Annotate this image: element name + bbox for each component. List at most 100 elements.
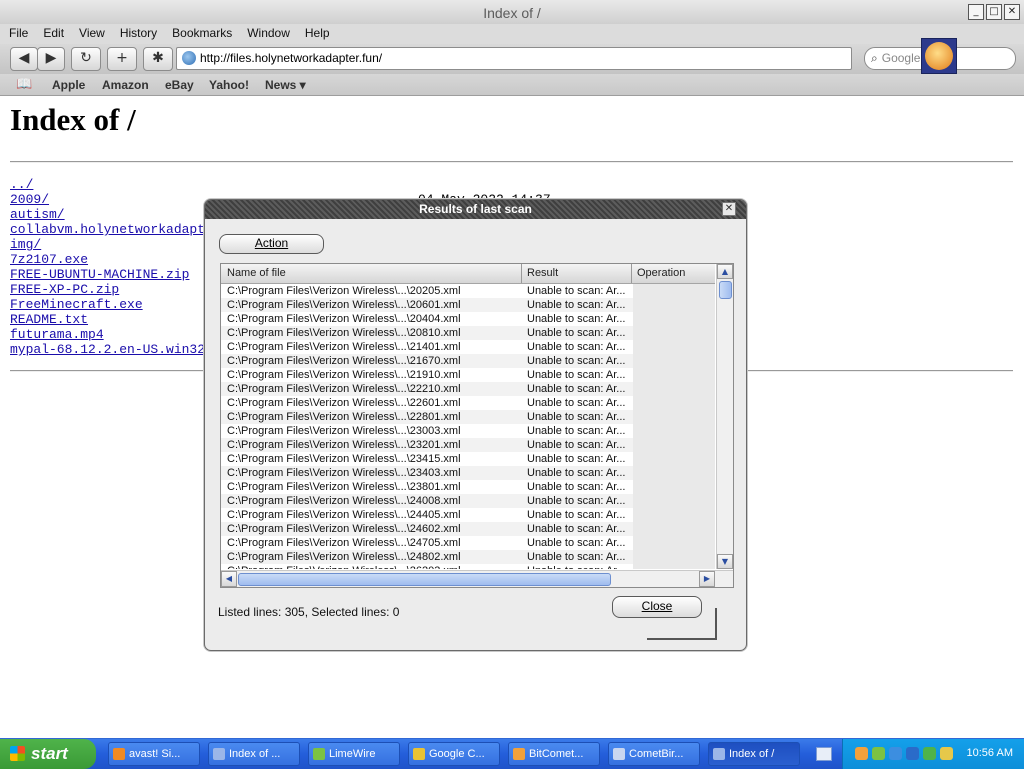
start-button[interactable]: start (0, 739, 96, 769)
add-bookmark-button[interactable]: + (107, 47, 137, 71)
table-row[interactable]: C:\Program Files\Verizon Wireless\...\21… (221, 368, 715, 382)
table-row[interactable]: C:\Program Files\Verizon Wireless\...\21… (221, 354, 715, 368)
keyboard-icon[interactable] (816, 747, 832, 761)
bookmark-amazon[interactable]: Amazon (102, 78, 149, 92)
menu-window[interactable]: Window (238, 24, 296, 40)
bug-report-button[interactable]: ✱ (143, 47, 173, 71)
cell-result: Unable to scan: Ar... (527, 383, 626, 395)
column-header-name[interactable]: Name of file (227, 267, 286, 279)
search-icon: ⌕ (871, 51, 878, 65)
table-row[interactable]: C:\Program Files\Verizon Wireless\...\20… (221, 284, 715, 298)
close-window-button[interactable]: ✕ (1004, 4, 1020, 20)
tray-icon[interactable] (906, 747, 919, 760)
taskbar-button[interactable]: Index of / (708, 742, 800, 766)
tray-icon[interactable] (940, 747, 953, 760)
cell-file-name: C:\Program Files\Verizon Wireless\...\24… (227, 523, 461, 535)
tray-icon[interactable] (855, 747, 868, 760)
table-row[interactable]: C:\Program Files\Verizon Wireless\...\21… (221, 340, 715, 354)
taskbar-button-label: BitComet... (529, 748, 584, 760)
cell-operation (633, 410, 715, 424)
cell-file-name: C:\Program Files\Verizon Wireless\...\24… (227, 509, 461, 521)
cell-result: Unable to scan: Ar... (527, 439, 626, 451)
menu-bar: File Edit View History Bookmarks Window Help (0, 24, 1024, 44)
table-row[interactable]: C:\Program Files\Verizon Wireless\...\26… (221, 564, 715, 569)
taskbar-button[interactable]: Google C... (408, 742, 500, 766)
menu-bookmarks[interactable]: Bookmarks (163, 24, 238, 40)
table-row[interactable]: C:\Program Files\Verizon Wireless\...\20… (221, 298, 715, 312)
vertical-scrollbar[interactable]: ▲ ▼ (716, 264, 733, 569)
horizontal-scroll-thumb[interactable] (238, 573, 611, 586)
bookmark-apple[interactable]: Apple (52, 78, 85, 92)
table-row[interactable]: C:\Program Files\Verizon Wireless\...\22… (221, 382, 715, 396)
tray-icon[interactable] (923, 747, 936, 760)
column-header-operation[interactable]: Operation (637, 267, 685, 279)
table-row[interactable]: C:\Program Files\Verizon Wireless\...\22… (221, 410, 715, 424)
scroll-down-arrow-icon[interactable]: ▼ (717, 554, 733, 569)
cell-result: Unable to scan: Ar... (527, 355, 626, 367)
browser-icon (213, 748, 225, 760)
cell-file-name: C:\Program Files\Verizon Wireless\...\26… (227, 564, 523, 569)
tray-icon[interactable] (889, 747, 902, 760)
table-row[interactable]: C:\Program Files\Verizon Wireless\...\23… (221, 480, 715, 494)
menu-help[interactable]: Help (296, 24, 336, 40)
scroll-right-arrow-icon[interactable]: ▶ (699, 571, 715, 587)
table-row[interactable]: C:\Program Files\Verizon Wireless\...\24… (221, 508, 715, 522)
cell-operation (633, 354, 715, 368)
table-row[interactable]: C:\Program Files\Verizon Wireless\...\23… (221, 452, 715, 466)
taskbar-button[interactable]: Index of ... (208, 742, 300, 766)
table-row[interactable]: C:\Program Files\Verizon Wireless\...\20… (221, 326, 715, 340)
taskbar-button[interactable]: LimeWire (308, 742, 400, 766)
table-row[interactable]: C:\Program Files\Verizon Wireless\...\23… (221, 424, 715, 438)
cell-operation (633, 550, 715, 564)
scroll-up-arrow-icon[interactable]: ▲ (717, 264, 733, 279)
table-row[interactable]: C:\Program Files\Verizon Wireless\...\24… (221, 536, 715, 550)
avast-icon (113, 748, 125, 760)
menu-view[interactable]: View (70, 24, 111, 40)
taskbar-button[interactable]: CometBir... (608, 742, 700, 766)
cell-operation (633, 536, 715, 550)
cell-result: Unable to scan: Ar... (527, 481, 626, 493)
action-button[interactable]: Action (219, 234, 324, 254)
taskbar-button[interactable]: BitComet... (508, 742, 600, 766)
back-button[interactable]: ◀ (10, 47, 38, 71)
reload-button[interactable]: ↻ (71, 47, 101, 71)
table-row[interactable]: C:\Program Files\Verizon Wireless\...\23… (221, 466, 715, 480)
bookmark-ebay[interactable]: eBay (165, 78, 194, 92)
scroll-left-arrow-icon[interactable]: ◀ (221, 571, 237, 587)
address-bar[interactable]: http://files.holynetworkadapter.fun/ (176, 47, 852, 70)
table-row[interactable]: C:\Program Files\Verizon Wireless\...\20… (221, 312, 715, 326)
cell-operation (633, 494, 715, 508)
close-button[interactable]: Close (612, 596, 702, 618)
table-row[interactable]: C:\Program Files\Verizon Wireless\...\22… (221, 396, 715, 410)
bookmark-news[interactable]: News ▾ (265, 78, 306, 92)
cell-file-name: C:\Program Files\Verizon Wireless\...\23… (227, 425, 461, 437)
cell-file-name: C:\Program Files\Verizon Wireless\...\23… (227, 467, 461, 479)
table-row[interactable]: C:\Program Files\Verizon Wireless\...\24… (221, 522, 715, 536)
close-button-label: Close (641, 599, 673, 613)
vertical-scroll-thumb[interactable] (719, 281, 732, 299)
taskbar-button-label: avast! Si... (129, 748, 181, 760)
minimize-button[interactable]: _ (968, 4, 984, 20)
dialog-close-icon[interactable]: ✕ (722, 202, 736, 216)
taskbar-button[interactable]: avast! Si... (108, 742, 200, 766)
maximize-button[interactable]: □ (986, 4, 1002, 20)
cell-file-name: C:\Program Files\Verizon Wireless\...\22… (227, 397, 461, 409)
menu-file[interactable]: File (0, 24, 34, 40)
cell-result: Unable to scan: Ar... (527, 411, 626, 423)
column-header-result[interactable]: Result (527, 267, 558, 279)
table-row[interactable]: C:\Program Files\Verizon Wireless\...\24… (221, 494, 715, 508)
tray-icon[interactable] (872, 747, 885, 760)
horizontal-scrollbar[interactable]: ◀ ▶ (221, 570, 733, 587)
menu-edit[interactable]: Edit (34, 24, 70, 40)
divider-top (10, 161, 1013, 163)
table-row[interactable]: C:\Program Files\Verizon Wireless\...\24… (221, 550, 715, 564)
status-text: Listed lines: 305, Selected lines: 0 (218, 605, 400, 619)
cell-operation (633, 438, 715, 452)
table-row[interactable]: C:\Program Files\Verizon Wireless\...\23… (221, 438, 715, 452)
menu-history[interactable]: History (111, 24, 163, 40)
cell-file-name: C:\Program Files\Verizon Wireless\...\20… (227, 313, 461, 325)
file-link[interactable]: ../ (10, 177, 260, 192)
forward-button[interactable]: ▶ (37, 47, 65, 71)
open-book-icon[interactable]: 📖 (16, 77, 32, 92)
bookmark-yahoo[interactable]: Yahoo! (209, 78, 249, 92)
